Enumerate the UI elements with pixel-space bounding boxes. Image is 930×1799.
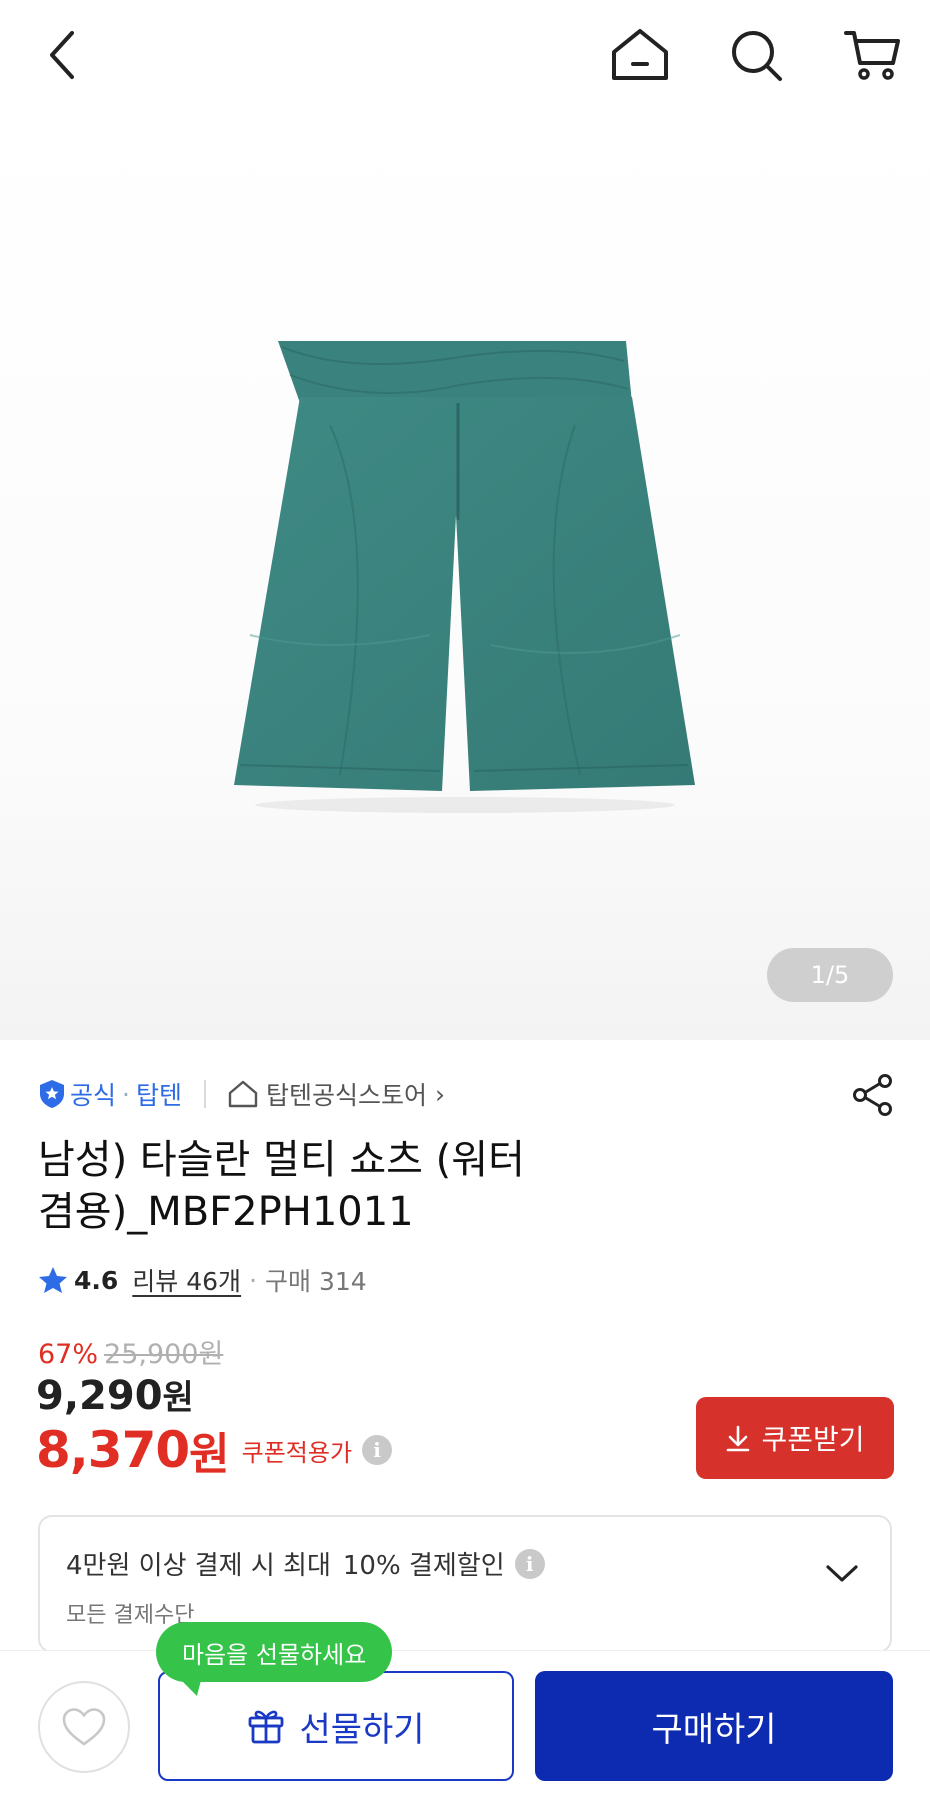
shield-badge-icon (40, 1080, 64, 1108)
coupon-price-unit: 원 (189, 1429, 230, 1480)
cart-icon (844, 31, 900, 80)
search-icon (732, 31, 782, 81)
page-separator: / (825, 961, 835, 989)
store-home-icon (228, 1080, 258, 1108)
product-image-carousel[interactable]: 1/5 (0, 110, 930, 1040)
original-price: 25,900원 (104, 1339, 224, 1370)
gift-icon (249, 1710, 284, 1744)
get-coupon-label: 쿠폰받기 (761, 1423, 865, 1456)
wishlist-button[interactable] (38, 1681, 130, 1773)
top-navigation-bar (0, 0, 930, 110)
bottom-action-bar: 선물하기 구매하기 (0, 1650, 930, 1799)
purchase-count: 구매 314 (265, 1267, 367, 1296)
search-button[interactable] (724, 23, 788, 87)
gift-tooltip-text: 마음을 선물하세요 (182, 1640, 367, 1669)
official-label: 공식 (70, 1081, 117, 1110)
sale-price: 9,290원 (36, 1370, 194, 1419)
chevron-down-icon (826, 1565, 858, 1582)
page-total: 5 (834, 961, 850, 989)
gift-button-label: 선물하기 (299, 1709, 425, 1750)
store-name: 탑텐공식스토어 (265, 1081, 427, 1110)
gift-button[interactable]: 선물하기 (158, 1671, 514, 1781)
reviews-link[interactable]: 리뷰 46개 (132, 1262, 241, 1298)
chevron-left-icon (50, 31, 74, 79)
coupon-price-value: 8,370 (36, 1421, 190, 1479)
home-icon (612, 29, 668, 80)
download-icon (727, 1425, 750, 1452)
product-title: 남성) 타슬란 멀티 쇼츠 (워터 겸용)_MBF2PH1011 (38, 1137, 525, 1235)
payment-discount-text: 4만원 이상 결제 시 최대 10% 결제할인 i (66, 1545, 545, 1582)
official-badge: 공식 (38, 1076, 116, 1112)
discount-rate: 67% (38, 1339, 99, 1370)
get-coupon-button[interactable]: 쿠폰받기 (696, 1397, 894, 1479)
buy-button-label: 구매하기 (651, 1709, 777, 1750)
rating-separator: · (249, 1265, 258, 1295)
gift-tooltip: 마음을 선물하세요 (156, 1622, 393, 1696)
share-button[interactable] (848, 1070, 898, 1120)
coupon-price: 8,370 원 쿠폰적용가 i (36, 1418, 393, 1482)
sale-price-unit: 원 (162, 1378, 194, 1418)
payment-main-text: 4만원 이상 결제 시 최대 (66, 1551, 331, 1581)
separator-dot: · (122, 1079, 130, 1109)
back-button[interactable] (30, 23, 94, 87)
cart-button[interactable] (840, 23, 904, 87)
sale-price-value: 9,290 (36, 1373, 163, 1419)
payment-pct-text: 10% 결제할인 (342, 1551, 505, 1581)
discount-row: 67% 25,900원 (38, 1332, 223, 1371)
image-page-indicator: 1/5 (767, 948, 893, 1002)
payment-info-icon[interactable]: i (514, 1548, 545, 1579)
buy-button[interactable]: 구매하기 (535, 1671, 893, 1781)
product-image (234, 341, 695, 813)
store-row: 공식 · 탑텐 탑텐공식스토어 › (38, 1074, 445, 1114)
share-icon (853, 1074, 892, 1116)
home-button[interactable] (608, 23, 672, 87)
store-link[interactable]: 탑텐공식스토어 › (228, 1076, 445, 1112)
divider (203, 1080, 206, 1108)
heart-icon (62, 1708, 106, 1746)
star-icon (39, 1267, 67, 1293)
brand-link[interactable]: 탑텐 (136, 1076, 182, 1112)
rating-row: 4.6 리뷰 46개 · 구매 314 (38, 1260, 367, 1300)
page-current: 1 (810, 961, 826, 989)
chevron-right-icon: › (435, 1079, 445, 1109)
info-icon[interactable]: i (362, 1435, 393, 1465)
coupon-price-label: 쿠폰적용가 (241, 1438, 353, 1467)
rating-score: 4.6 (74, 1265, 119, 1295)
